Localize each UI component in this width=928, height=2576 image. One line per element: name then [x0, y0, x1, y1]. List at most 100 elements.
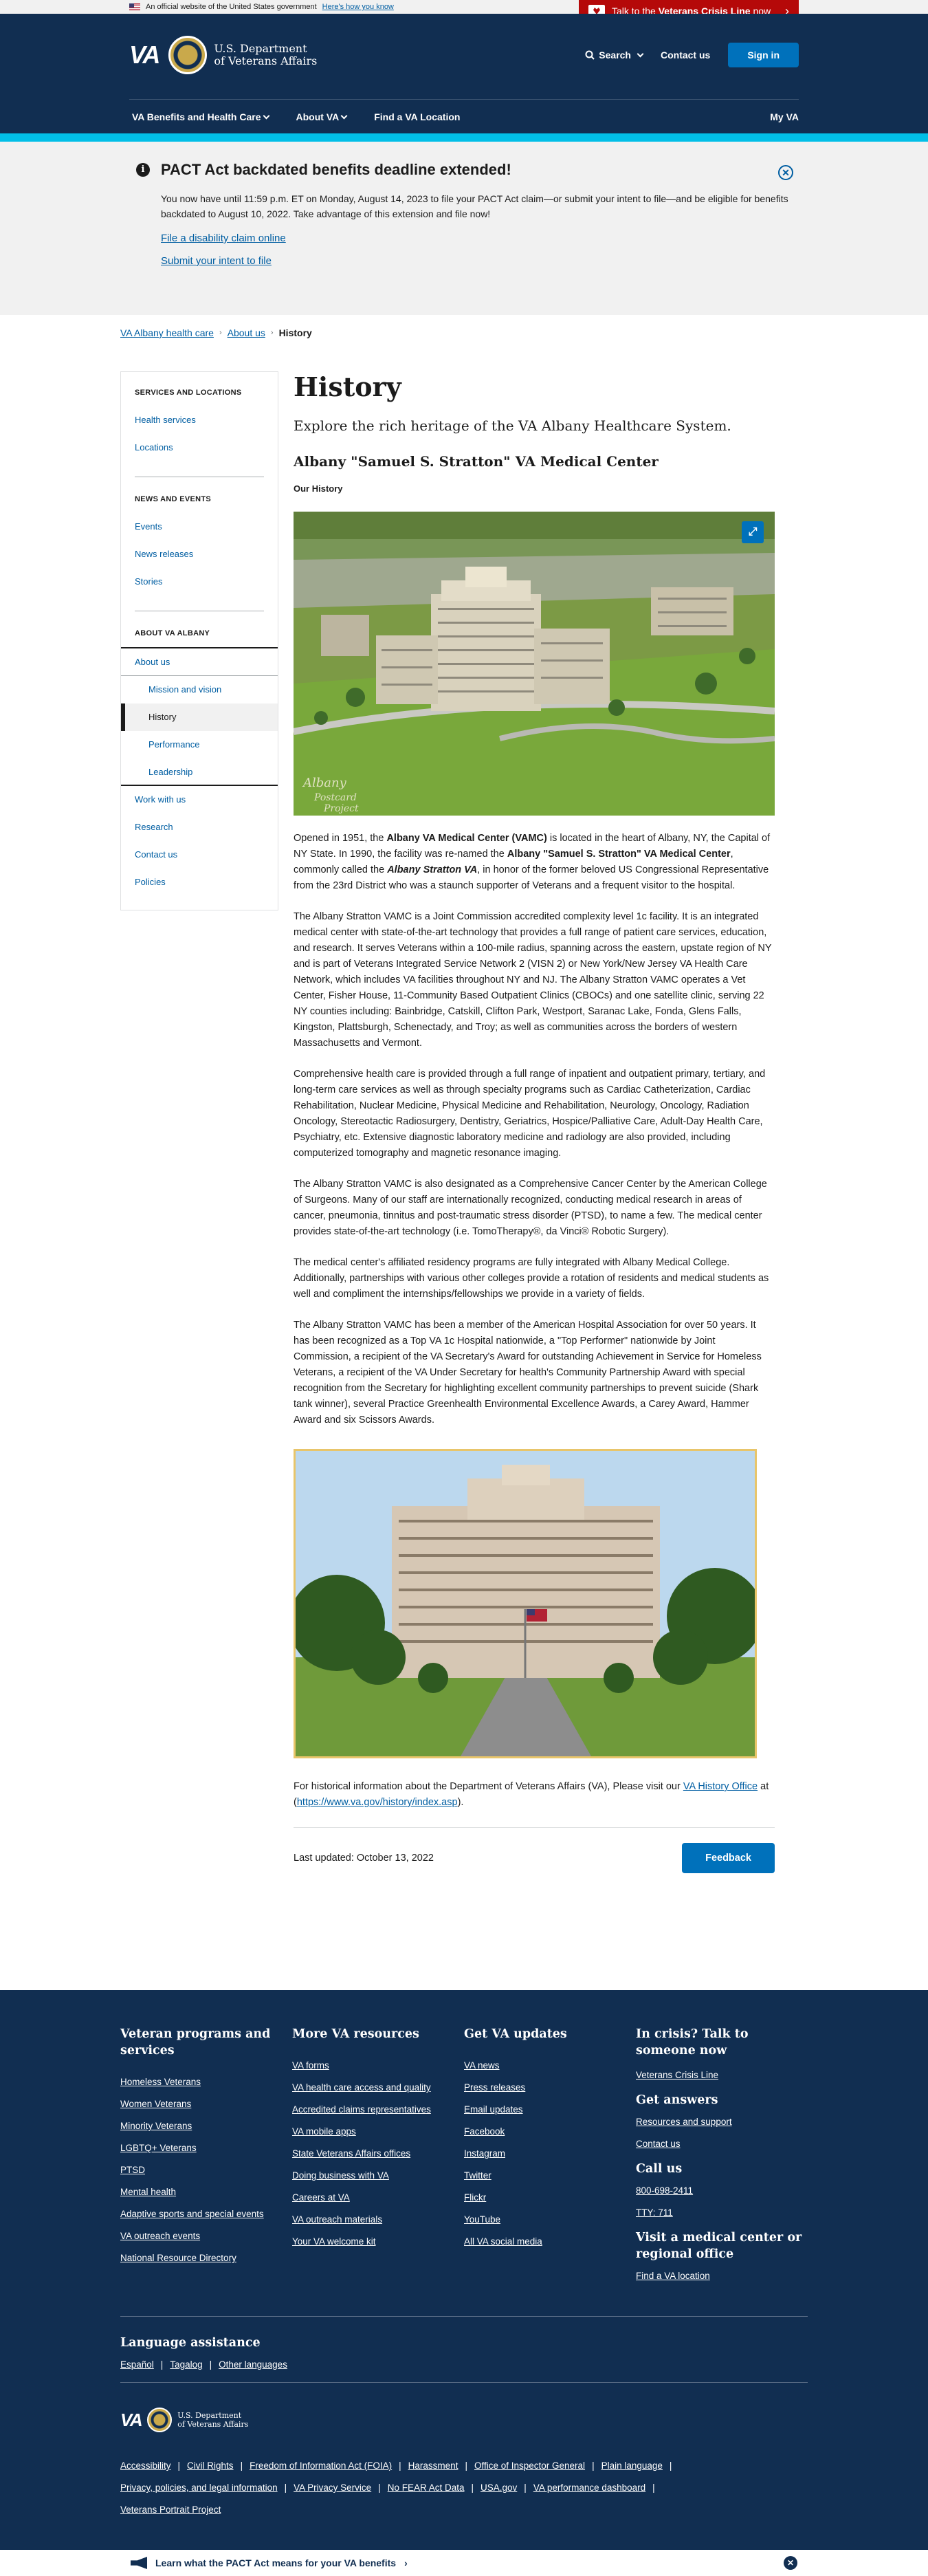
- footer-legal-link[interactable]: Office of Inspector General: [474, 2455, 585, 2477]
- footer-resources-link-5[interactable]: Doing business with VA: [292, 2165, 464, 2187]
- va-logo[interactable]: VA: [129, 41, 160, 69]
- footer-tty-link[interactable]: TTY: 711: [636, 2202, 808, 2224]
- footer-updates-link-6[interactable]: Flickr: [464, 2187, 636, 2209]
- sidebar-item-contact-us[interactable]: Contact us: [121, 841, 278, 869]
- footer-legal-link[interactable]: Civil Rights: [187, 2455, 234, 2477]
- footer-resources-link-7[interactable]: VA outreach materials: [292, 2209, 464, 2231]
- footer-legal-link[interactable]: Privacy, policies, and legal information: [120, 2477, 278, 2499]
- footer-programs-link-6[interactable]: Adaptive sports and special events: [120, 2203, 292, 2225]
- gov-banner-text: An official website of the United States…: [146, 3, 317, 11]
- sidebar-heading-services: SERVICES AND LOCATIONS: [135, 389, 242, 397]
- footer-legal-link[interactable]: USA.gov: [480, 2477, 517, 2499]
- va-history-url-link[interactable]: https://www.va.gov/history/index.asp: [297, 1797, 458, 1808]
- history-paragraph-5: The medical center's affiliated residenc…: [294, 1257, 769, 1300]
- file-claim-link[interactable]: File a disability claim online: [161, 232, 803, 244]
- facility-heading: Albany "Samuel S. Stratton" VA Medical C…: [294, 453, 659, 470]
- va-seal-icon: [147, 2408, 173, 2432]
- sidebar-item-policies[interactable]: Policies: [121, 869, 278, 896]
- footer-programs-link-3[interactable]: LGBTQ+ Veterans: [120, 2137, 292, 2159]
- footer-legal-link[interactable]: VA performance dashboard: [533, 2477, 645, 2499]
- footer-logo[interactable]: VA U.S. Department of Veterans Affairs: [120, 2382, 808, 2432]
- expand-image-icon[interactable]: ⤢: [742, 521, 764, 543]
- footer-legal-link[interactable]: Harassment: [408, 2455, 459, 2477]
- sidebar-item-about-us[interactable]: About us: [121, 648, 278, 676]
- footer-programs-link-0[interactable]: Homeless Veterans: [120, 2071, 292, 2093]
- pact-act-banner[interactable]: Learn what the PACT Act means for your V…: [0, 2550, 928, 2576]
- language-assistance: Language assistance Español | Tagalog | Ot…: [120, 2316, 808, 2370]
- footer-updates-link-7[interactable]: YouTube: [464, 2209, 636, 2231]
- footer-resources-link-0[interactable]: VA forms: [292, 2055, 464, 2077]
- feedback-button[interactable]: Feedback: [682, 1843, 775, 1873]
- footer-heading: Get answers: [636, 2093, 718, 2107]
- how-you-know-link[interactable]: Here's how you know: [322, 3, 394, 11]
- footer-legal-link[interactable]: Accessibility: [120, 2455, 171, 2477]
- sidebar-item-health-services[interactable]: Health services: [121, 406, 278, 434]
- breadcrumb-current: History: [278, 327, 312, 338]
- contact-us-link[interactable]: Contact us: [661, 50, 710, 61]
- breadcrumb-albany[interactable]: VA Albany health care: [120, 327, 214, 338]
- sign-in-button[interactable]: Sign in: [728, 43, 799, 67]
- pact-banner-text: Learn what the PACT Act means for your V…: [155, 2557, 397, 2568]
- nav-about-va[interactable]: About VA: [296, 111, 348, 122]
- lang-other-link[interactable]: Other languages: [219, 2359, 287, 2370]
- footer-legal-link[interactable]: Freedom of Information Act (FOIA): [250, 2455, 392, 2477]
- va-history-office-link[interactable]: VA History Office: [683, 1781, 758, 1792]
- footer-resources-link[interactable]: Resources and support: [636, 2111, 808, 2133]
- footer-col-more-resources: More VA resources VA forms VA health care…: [292, 2026, 464, 2287]
- footer-find-location-link[interactable]: Find a VA location: [636, 2265, 808, 2287]
- sidebar-item-mission[interactable]: Mission and vision: [121, 676, 278, 703]
- footer-contact-link[interactable]: Contact us: [636, 2133, 808, 2155]
- sidebar-item-events[interactable]: Events: [121, 513, 278, 541]
- sidebar-item-stories[interactable]: Stories: [121, 568, 278, 596]
- intent-to-file-link[interactable]: Submit your intent to file: [161, 255, 803, 267]
- close-icon[interactable]: ✕: [784, 2556, 797, 2570]
- language-heading: Language assistance: [120, 2336, 261, 2350]
- footer-resources-link-1[interactable]: VA health care access and quality: [292, 2077, 464, 2099]
- sidebar-item-history[interactable]: History: [121, 703, 278, 731]
- lang-espanol-link[interactable]: Español: [120, 2359, 154, 2370]
- sidebar-item-research[interactable]: Research: [121, 814, 278, 841]
- nav-my-va[interactable]: My VA: [770, 111, 799, 122]
- footer-programs-link-2[interactable]: Minority Veterans: [120, 2115, 292, 2137]
- lang-tagalog-link[interactable]: Tagalog: [170, 2359, 202, 2370]
- footer-programs-link-5[interactable]: Mental health: [120, 2181, 292, 2203]
- sidebar-item-locations[interactable]: Locations: [121, 434, 278, 461]
- footer-programs-link-7[interactable]: VA outreach events: [120, 2225, 292, 2247]
- footer-resources-link-3[interactable]: VA mobile apps: [292, 2121, 464, 2143]
- footer-resources-link-8[interactable]: Your VA welcome kit: [292, 2231, 464, 2253]
- footer-updates-link-5[interactable]: Twitter: [464, 2165, 636, 2187]
- footer-updates-link-2[interactable]: Email updates: [464, 2099, 636, 2121]
- chevron-right-icon: ›: [270, 329, 274, 337]
- footer-resources-link-6[interactable]: Careers at VA: [292, 2187, 464, 2209]
- footer-updates-link-1[interactable]: Press releases: [464, 2077, 636, 2099]
- footer-legal-link[interactable]: No FEAR Act Data: [388, 2477, 465, 2499]
- footer-updates-link-0[interactable]: VA news: [464, 2055, 636, 2077]
- footer-crisis-line-link[interactable]: Veterans Crisis Line: [636, 2064, 808, 2086]
- nav-find-location[interactable]: Find a VA Location: [374, 111, 460, 122]
- footer-updates-link-3[interactable]: Facebook: [464, 2121, 636, 2143]
- footer-programs-link-4[interactable]: PTSD: [120, 2159, 292, 2181]
- footer-programs-link-8[interactable]: National Resource Directory: [120, 2247, 292, 2269]
- sidebar-item-performance[interactable]: Performance: [121, 731, 278, 758]
- sidebar-item-work-with-us[interactable]: Work with us: [121, 786, 278, 814]
- footer-phone-link[interactable]: 800-698-2411: [636, 2180, 808, 2202]
- footer-legal-link[interactable]: VA Privacy Service: [294, 2477, 371, 2499]
- breadcrumb-about-us[interactable]: About us: [228, 327, 265, 338]
- footer-updates-link-8[interactable]: All VA social media: [464, 2231, 636, 2253]
- sidebar-item-news-releases[interactable]: News releases: [121, 541, 278, 568]
- sidebar-item-leadership[interactable]: Leadership: [121, 758, 278, 786]
- footer-resources-link-4[interactable]: State Veterans Affairs offices: [292, 2143, 464, 2165]
- search-button[interactable]: Search: [585, 50, 644, 61]
- footer-link-list: VA forms VA health care access and qualit…: [292, 2055, 464, 2253]
- footer-legal-link[interactable]: Veterans Portrait Project: [120, 2499, 221, 2521]
- footer-updates-link-4[interactable]: Instagram: [464, 2143, 636, 2165]
- chevron-down-icon: [263, 112, 269, 119]
- history-paragraph-3: Comprehensive health care is provided th…: [294, 1069, 766, 1159]
- megaphone-icon: [131, 2557, 147, 2569]
- nav-benefits-health[interactable]: VA Benefits and Health Care: [132, 111, 269, 122]
- historical-info: For historical information about the Dep…: [294, 1781, 769, 1808]
- footer-legal-link[interactable]: Plain language: [601, 2455, 663, 2477]
- footer-resources-link-2[interactable]: Accredited claims representatives: [292, 2099, 464, 2121]
- footer-programs-link-1[interactable]: Women Veterans: [120, 2093, 292, 2115]
- close-alert-icon[interactable]: ✕: [778, 165, 793, 180]
